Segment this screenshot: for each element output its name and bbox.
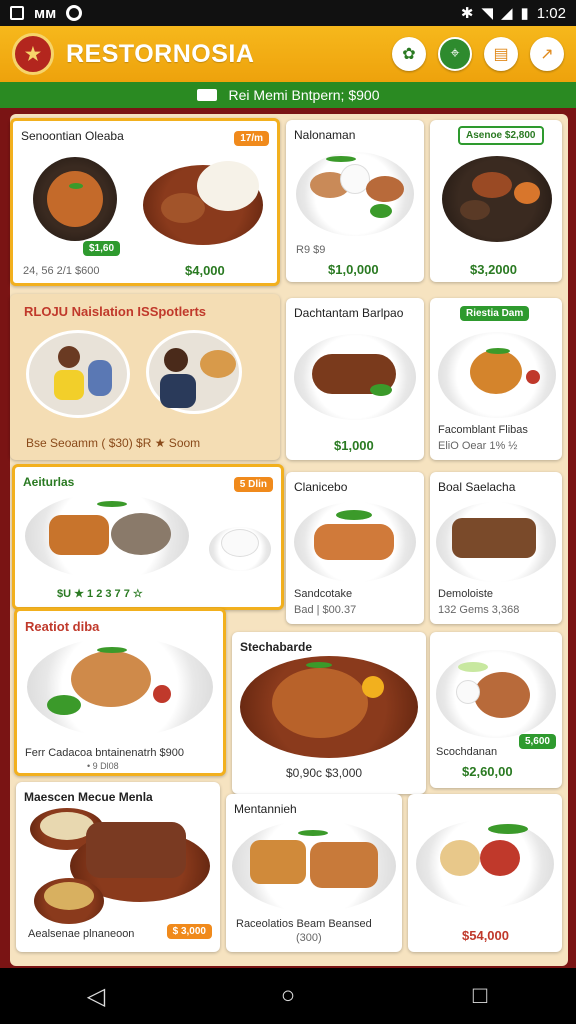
app-header: ★ RESTORNOSIA ✿ ⌖ ▤ ↗ xyxy=(0,26,576,82)
section-title: RLOJU Naislation ISSpotlerts xyxy=(24,304,207,319)
promo-footer: Bse Seoamm ( $30) $R ★ Soom xyxy=(26,436,201,450)
location-button[interactable]: ⌖ xyxy=(438,37,472,71)
menu-grid: Senoontian Oleaba 17/m $1,60 24, 56 2/1 … xyxy=(10,114,568,966)
battery-icon: ▮ xyxy=(520,5,529,22)
app-title: RESTORNOSIA xyxy=(66,39,255,68)
dish-description: Raceolatios Beam Beansed xyxy=(236,918,372,930)
restaurant-logo[interactable]: ★ xyxy=(12,33,54,75)
price-tag: $1,60 xyxy=(83,241,121,256)
banner-text: Rei Memi Bntpern; $900 xyxy=(228,87,380,103)
bluetooth-icon: ✱ xyxy=(460,5,474,22)
menu-card-4[interactable]: RLOJU Naislation ISSpotlerts Bse Seoamm … xyxy=(10,294,280,460)
menu-card-1[interactable]: Senoontian Oleaba 17/m $1,60 24, 56 2/1 … xyxy=(10,118,280,286)
dish-name: Mentannieh xyxy=(234,802,297,816)
dish-meta: 24, 56 2/1 $600 xyxy=(23,265,100,277)
dish-meta: (300) xyxy=(296,932,322,944)
dish-name: Dachtantam Barlpao xyxy=(294,306,404,320)
dish-description: Ferr Cadacoa bntainenatrh $900 xyxy=(25,747,184,759)
cart-button[interactable]: ▤ xyxy=(484,37,518,71)
dish-name: Maescen Mecue Menla xyxy=(24,790,153,804)
dish-price: $3,2000 xyxy=(470,262,517,277)
rating: $U ★ 1 2 3 7 7 ☆ xyxy=(57,588,143,600)
dish-name: Stechabarde xyxy=(240,640,313,654)
menu-card-12[interactable]: 5,600 Scochdanan $2,60,00 xyxy=(430,632,562,788)
dish-price: $4,000 xyxy=(185,263,225,278)
menu-card-14[interactable]: Mentannieh Raceolatios Beam Beansed (300… xyxy=(226,794,402,952)
menu-card-15[interactable]: $54,000 xyxy=(408,794,562,952)
status-bar: ᴍᴍ ✱ ◥ ◢ ▮ 1:02 xyxy=(0,0,576,26)
time-badge: 17/m xyxy=(234,131,269,146)
dish-subtitle: Sandcotake xyxy=(294,588,353,600)
sync-icon xyxy=(66,5,83,21)
menu-card-11[interactable]: Stechabarde $0,90c $3,000 xyxy=(232,632,426,794)
menu-card-2[interactable]: Nalonaman R9 $9 $1,0,000 xyxy=(286,120,424,282)
location-icon: ⌖ xyxy=(450,45,460,62)
menu-card-5[interactable]: Dachtantam Barlpao $1,000 xyxy=(286,298,424,460)
dish-name: Facomblant Flibas xyxy=(438,424,528,436)
time-badge: 5 Dlin xyxy=(233,477,273,492)
dish-meta: Bad | $00.37 xyxy=(294,604,357,616)
price-badge: Asenoe $2,800 xyxy=(458,126,544,145)
status-time: 1:02 xyxy=(536,4,566,22)
menu-card-6[interactable]: Riestia Dam Facomblant Flibas EliO Oear … xyxy=(430,298,562,460)
trend-icon: ↗ xyxy=(540,46,554,63)
promo-banner[interactable]: Rei Memi Bntpern; $900 xyxy=(0,82,576,108)
dish-price: $1,000 xyxy=(334,438,374,453)
menu-card-10[interactable]: Reatiot diba Ferr Cadacoa bntainenatrh $… xyxy=(14,608,226,776)
dish-price: $0,90c $3,000 xyxy=(286,766,363,780)
dish-subtitle: Demoloiste xyxy=(438,588,494,600)
back-button[interactable]: ◁ xyxy=(66,982,126,1011)
dish-price: $1,0,000 xyxy=(328,262,379,277)
dish-name: Nalonaman xyxy=(294,128,356,142)
dish-name: Aeiturlas xyxy=(23,475,75,489)
dish-name: Clanicebo xyxy=(294,480,348,494)
signal-icon: ◢ xyxy=(500,5,513,22)
status-glyph: ᴍᴍ xyxy=(34,4,57,22)
dish-meta: 132 Gems 3,368 xyxy=(438,604,520,616)
navigation-bar: ◁ ○ □ xyxy=(0,968,576,1024)
dish-name: Reatiot diba xyxy=(25,619,100,634)
cart-icon: ▤ xyxy=(493,46,509,63)
dish-meta: • 9 Dl08 xyxy=(87,761,119,771)
menu-card-8[interactable]: Clanicebo Sandcotake Bad | $00.37 xyxy=(286,472,424,624)
dish-meta: R9 $9 xyxy=(296,244,326,256)
menu-card-3[interactable]: Asenoe $2,800 $3,2000 xyxy=(430,120,562,282)
ticket-icon xyxy=(196,89,217,101)
dish-meta: EliO Oear 1% ½ xyxy=(438,440,518,452)
gift-button[interactable]: ✿ xyxy=(392,37,426,71)
menu-card-13[interactable]: Maescen Mecue Menla Aealsenae plnaneoon … xyxy=(16,782,220,952)
menu-card-9[interactable]: Boal Saelacha Demoloiste 132 Gems 3,368 xyxy=(430,472,562,624)
price-badge: $ 3,000 xyxy=(166,924,212,939)
home-button[interactable]: ○ xyxy=(258,982,318,1010)
dish-name: Scochdanan xyxy=(436,746,498,758)
wifi-icon: ◥ xyxy=(481,5,493,22)
price-badge: 5,600 xyxy=(518,734,556,749)
gift-icon: ✿ xyxy=(402,46,416,63)
dish-name: Senoontian Oleaba xyxy=(21,129,124,143)
notification-icon xyxy=(10,6,24,20)
recents-button[interactable]: □ xyxy=(450,982,510,1010)
dish-name: Boal Saelacha xyxy=(438,480,516,494)
offer-badge: Riestia Dam xyxy=(460,306,530,321)
dish-price: $2,60,00 xyxy=(462,764,513,779)
menu-card-7[interactable]: Aeiturlas 5 Dlin $U ★ 1 2 3 7 7 ☆ xyxy=(12,464,284,610)
trend-button[interactable]: ↗ xyxy=(530,37,564,71)
dish-price: $54,000 xyxy=(462,928,509,943)
dish-description: Aealsenae plnaneoon xyxy=(28,928,135,940)
